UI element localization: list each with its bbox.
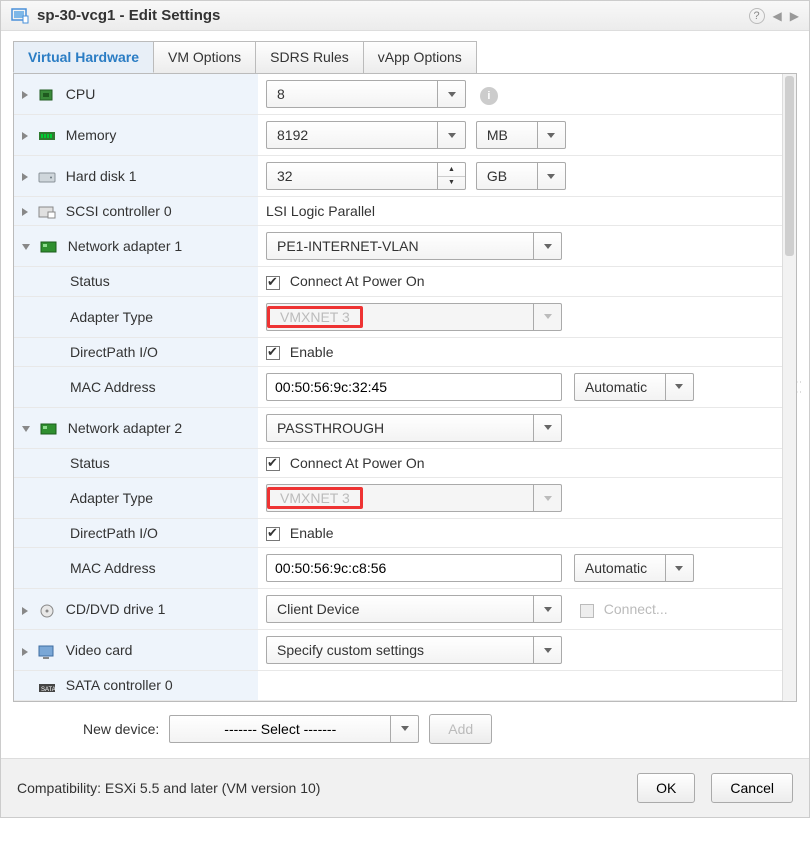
net1-label: Network adapter 1	[68, 238, 182, 254]
chevron-down-icon[interactable]	[537, 122, 565, 148]
net2-status-label: Status	[70, 455, 110, 471]
net1-mac-input[interactable]	[266, 373, 562, 401]
tab-virtual-hardware[interactable]: Virtual Hardware	[13, 41, 154, 73]
net2-mac-input[interactable]	[266, 554, 562, 582]
net2-adaptertype-label: Adapter Type	[70, 490, 153, 506]
scrollbar[interactable]	[782, 74, 796, 701]
memory-input[interactable]: 8192	[266, 121, 466, 149]
tab-bar: Virtual Hardware VM Options SDRS Rules v…	[13, 41, 797, 73]
harddisk1-spinner[interactable]: ▲▼	[437, 163, 465, 189]
net2-directpath-text: Enable	[290, 525, 334, 541]
memory-label: Memory	[66, 127, 117, 143]
expand-memory[interactable]	[22, 132, 28, 140]
net2-connect-label: Connect At Power On	[290, 455, 425, 471]
net1-connect-label: Connect At Power On	[290, 273, 425, 289]
cddvd1-label: CD/DVD drive 1	[66, 601, 166, 617]
net1-adaptertype-label: Adapter Type	[70, 309, 153, 325]
memory-unit-select[interactable]: MB	[476, 121, 566, 149]
tab-vapp-options[interactable]: vApp Options	[363, 41, 477, 73]
scsi0-value: LSI Logic Parallel	[266, 203, 375, 219]
scrollbar-thumb[interactable]	[785, 76, 794, 256]
tab-vm-options[interactable]: VM Options	[153, 41, 256, 73]
net1-directpath-text: Enable	[290, 344, 334, 360]
chevron-down-icon[interactable]	[437, 81, 465, 107]
net2-directpath-label: DirectPath I/O	[70, 525, 158, 541]
nic-icon	[40, 240, 58, 254]
help-icon[interactable]: ?	[749, 8, 765, 24]
svg-text:SATA: SATA	[41, 687, 56, 693]
tab-sdrs-rules[interactable]: SDRS Rules	[255, 41, 364, 73]
dialog-footer: Compatibility: ESXi 5.5 and later (VM ve…	[1, 758, 809, 817]
net1-directpath-label: DirectPath I/O	[70, 344, 158, 360]
cddvd1-select[interactable]: Client Device	[266, 595, 562, 623]
expand-net2[interactable]	[22, 426, 30, 432]
net1-mac-mode-select[interactable]: Automatic	[574, 373, 694, 401]
cpu-select[interactable]: 8	[266, 80, 466, 108]
expand-net1[interactable]	[22, 244, 30, 250]
cancel-button[interactable]: Cancel	[711, 773, 793, 803]
sata0-label: SATA controller 0	[66, 677, 173, 693]
nav-next-icon[interactable]: ▶	[790, 9, 799, 23]
cpu-label: CPU	[66, 86, 96, 102]
chevron-down-icon	[533, 485, 561, 511]
add-button: Add	[429, 714, 492, 744]
net2-network-select[interactable]: PASSTHROUGH	[266, 414, 562, 442]
new-device-label: New device:	[83, 721, 159, 737]
title-bar: sp-30-vcg1 - Edit Settings ? ◀ ▶	[1, 1, 809, 31]
chevron-down-icon[interactable]	[533, 637, 561, 663]
net1-mac-label: MAC Address	[70, 379, 156, 395]
scsi-icon	[38, 205, 56, 219]
expand-scsi0[interactable]	[22, 208, 28, 216]
sata-icon: SATA	[38, 680, 56, 694]
ok-button[interactable]: OK	[637, 773, 695, 803]
chevron-down-icon[interactable]	[665, 555, 693, 581]
video-label: Video card	[66, 642, 133, 658]
net1-network-select[interactable]: PE1-INTERNET-VLAN	[266, 232, 562, 260]
video-select[interactable]: Specify custom settings	[266, 636, 562, 664]
cddvd1-connect-checkbox	[580, 604, 594, 618]
hardware-panel: ⋮⋮ CPU 8 i	[13, 73, 797, 702]
nic-icon	[40, 422, 58, 436]
chevron-down-icon[interactable]	[437, 122, 465, 148]
expand-cpu[interactable]	[22, 91, 28, 99]
nav-prev-icon[interactable]: ◀	[773, 9, 782, 23]
chevron-down-icon[interactable]	[537, 163, 565, 189]
chevron-down-icon[interactable]	[665, 374, 693, 400]
expand-video[interactable]	[22, 648, 28, 656]
chevron-down-icon	[533, 304, 561, 330]
net2-directpath-checkbox[interactable]	[266, 527, 280, 541]
scsi0-label: SCSI controller 0	[66, 203, 172, 219]
net2-adaptertype-select: VMXNET 3	[266, 484, 562, 512]
chevron-down-icon[interactable]	[533, 596, 561, 622]
memory-icon	[38, 129, 56, 143]
cddvd1-connect-label: Connect...	[604, 601, 668, 617]
harddisk1-label: Hard disk 1	[66, 168, 137, 184]
vm-icon	[11, 8, 29, 24]
expand-cddvd1[interactable]	[22, 607, 28, 615]
compatibility-text: Compatibility: ESXi 5.5 and later (VM ve…	[17, 780, 320, 796]
new-device-select[interactable]: ------- Select -------	[169, 715, 419, 743]
expand-harddisk1[interactable]	[22, 173, 28, 181]
cpu-icon	[38, 88, 56, 102]
net1-connect-checkbox[interactable]	[266, 276, 280, 290]
chevron-down-icon[interactable]	[533, 233, 561, 259]
harddisk-icon	[38, 170, 56, 184]
cddvd-icon	[38, 604, 56, 618]
new-device-row: New device: ------- Select ------- Add	[1, 702, 809, 758]
net2-mac-mode-select[interactable]: Automatic	[574, 554, 694, 582]
chevron-down-icon[interactable]	[533, 415, 561, 441]
net2-label: Network adapter 2	[68, 420, 182, 436]
info-icon[interactable]: i	[480, 87, 498, 105]
net1-status-label: Status	[70, 273, 110, 289]
video-icon	[38, 645, 56, 659]
net1-adaptertype-select: VMXNET 3	[266, 303, 562, 331]
harddisk1-unit-select[interactable]: GB	[476, 162, 566, 190]
net2-mac-label: MAC Address	[70, 560, 156, 576]
harddisk1-size[interactable]: 32 ▲▼	[266, 162, 466, 190]
dialog-title: sp-30-vcg1 - Edit Settings	[37, 7, 220, 24]
net2-connect-checkbox[interactable]	[266, 457, 280, 471]
chevron-down-icon[interactable]	[390, 716, 418, 742]
net1-directpath-checkbox[interactable]	[266, 346, 280, 360]
